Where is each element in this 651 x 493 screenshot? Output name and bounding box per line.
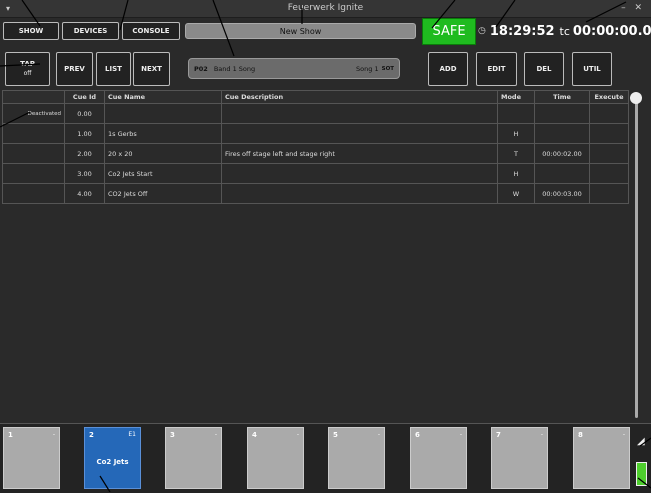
pointer-line bbox=[637, 477, 651, 489]
annotation-lines bbox=[0, 0, 651, 492]
pointer-line bbox=[119, 0, 129, 31]
pointer-line bbox=[495, 0, 516, 28]
pointer-line bbox=[99, 475, 111, 492]
pointer-line bbox=[0, 111, 31, 128]
pointer-line bbox=[431, 0, 456, 29]
pointer-line bbox=[0, 63, 41, 67]
pointer-line bbox=[21, 0, 41, 27]
pointer-line bbox=[639, 437, 651, 447]
pointer-line bbox=[212, 0, 235, 57]
pointer-line bbox=[585, 1, 627, 23]
